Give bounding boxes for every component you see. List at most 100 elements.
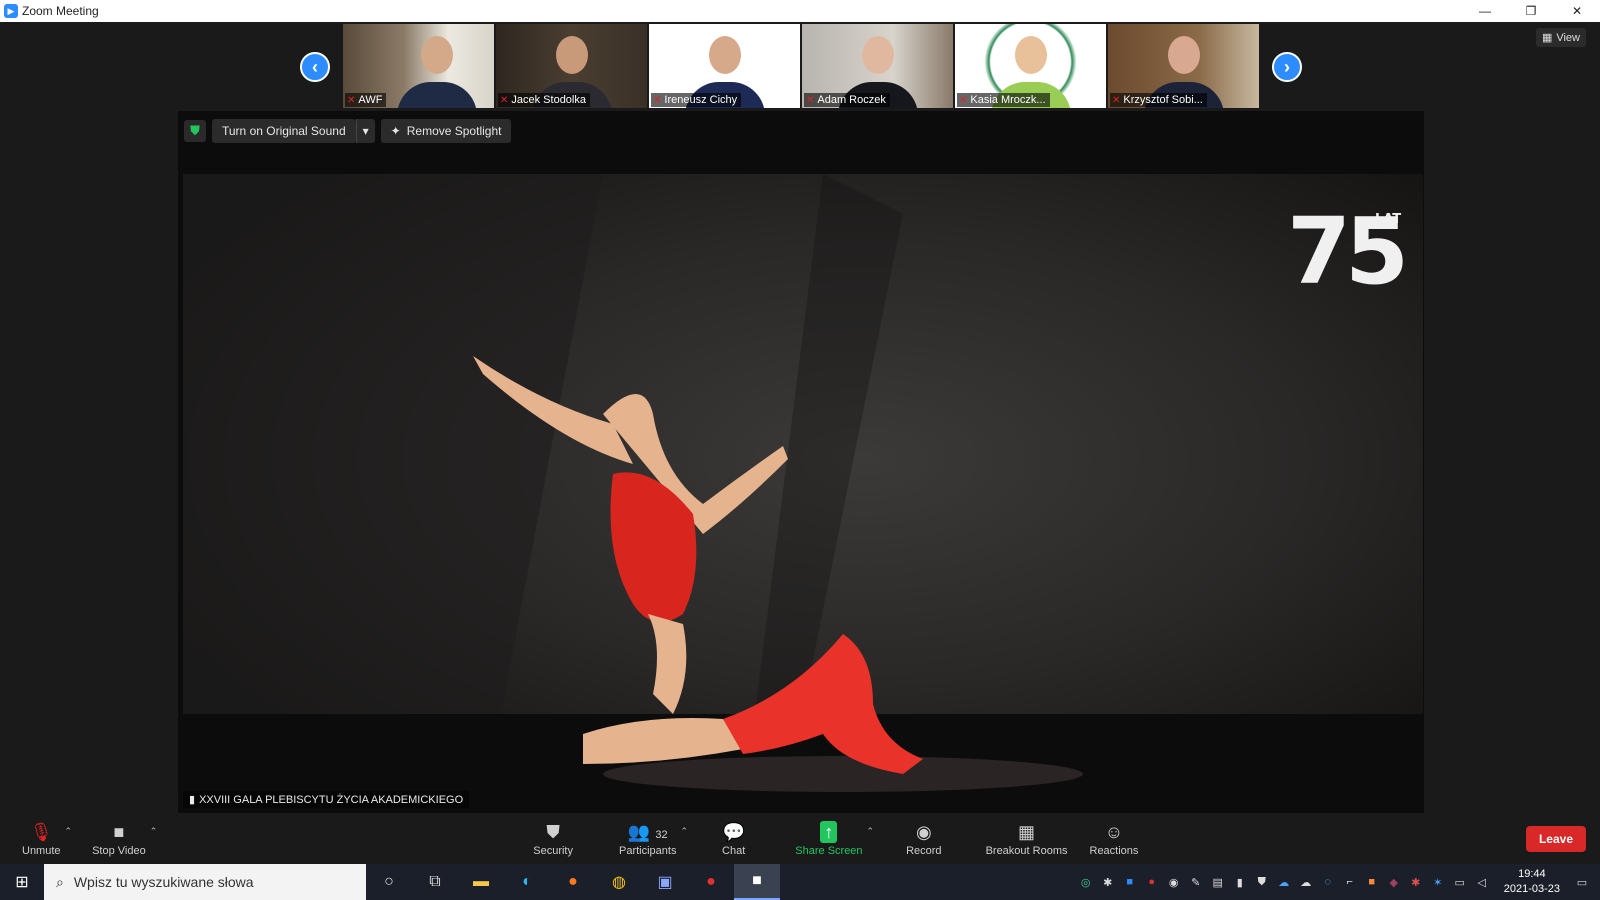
participant-tile[interactable]: ✕ Adam Roczek (802, 24, 953, 108)
close-button[interactable]: ✕ (1554, 0, 1600, 22)
mic-muted-icon: ✕ (500, 94, 509, 106)
edge-browser-icon[interactable]: ◐ (504, 864, 550, 900)
participant-tile[interactable]: ✕ Kasia Mroczk... (955, 24, 1106, 108)
notifications-icon[interactable]: ▭ (1574, 874, 1590, 890)
stop-video-button[interactable]: ■ Stop Video (92, 814, 146, 864)
participant-tile[interactable]: ✕ Krzysztof Sobi... (1108, 24, 1259, 108)
tray-network-icon[interactable]: ▤ (1210, 874, 1226, 890)
video-camera-icon: ■ (113, 822, 125, 842)
tray-red2-icon[interactable]: ✱ (1408, 874, 1424, 890)
firefox-icon[interactable]: ● (550, 864, 596, 900)
reactions-icon: ☺ (1104, 822, 1124, 842)
mic-muted-icon: ✕ (347, 94, 356, 106)
security-button[interactable]: ⛊ Security (533, 814, 573, 864)
participant-tile[interactable]: ✕ AWF (343, 24, 494, 108)
tray-red-icon[interactable]: ● (1144, 874, 1160, 890)
breakout-rooms-icon: ▦ (1018, 822, 1036, 842)
participant-name: ✕ Adam Roczek (804, 93, 890, 107)
onedrive-icon[interactable]: ☁ (1276, 874, 1292, 890)
mic-muted-icon: ✕ (1112, 94, 1121, 106)
restore-button[interactable]: ❐ (1508, 0, 1554, 22)
mic-muted-icon: ✕ (959, 94, 968, 106)
participants-count: 32 (655, 829, 668, 841)
tray-display-icon[interactable]: ⌐ (1342, 874, 1358, 890)
zoom-taskbar-icon[interactable]: ■ (734, 864, 780, 900)
activity-icon[interactable]: ◎ (1078, 874, 1094, 890)
search-icon: ⌕ (56, 873, 64, 890)
windows-taskbar: ⊞ ⌕ Wpisz tu wyszukiwane słowa ○ ⧉ ▬ ◐ ●… (0, 864, 1600, 900)
app-red-icon[interactable]: ● (688, 864, 734, 900)
taskbar-search-input[interactable]: ⌕ Wpisz tu wyszukiwane słowa (44, 864, 366, 900)
tray-security-icon[interactable]: ⛊ (1254, 874, 1270, 890)
previous-page-button[interactable]: ‹ (300, 52, 330, 82)
window-title: Zoom Meeting (22, 4, 99, 18)
participants-icon: 👥 32 (627, 822, 668, 842)
mic-muted-icon: ✕ (806, 94, 815, 106)
participant-name: ✕ Jacek Stodolka (498, 93, 590, 107)
spotlight-video: ⛊ Turn on Original Sound ▾ ✦ Remove Spotl… (178, 111, 1424, 813)
unmute-button[interactable]: 🎙 Unmute (22, 814, 61, 864)
signal-strength-icon: ▮ (189, 794, 196, 806)
share-screen-icon: ↑ (820, 821, 838, 843)
stage-toolbar: ⛊ Turn on Original Sound ▾ ✦ Remove Spotl… (184, 119, 512, 143)
battery-icon[interactable]: ▭ (1452, 874, 1468, 890)
volume-icon[interactable]: ◁ (1474, 874, 1490, 890)
tray-orange-icon[interactable]: ■ (1364, 874, 1380, 890)
breakout-rooms-button[interactable]: ▦ Breakout Rooms (986, 814, 1068, 864)
tray-icon[interactable]: ✱ (1100, 874, 1116, 890)
participant-name: ✕ Ireneusz Cichy (651, 93, 742, 107)
participants-button[interactable]: 👥 32 Participants (619, 814, 676, 864)
minimize-button[interactable]: — (1462, 0, 1508, 22)
shield-icon: ⛊ (546, 822, 560, 842)
remove-spotlight-button[interactable]: ✦ Remove Spotlight (380, 119, 512, 143)
grid-icon: ▦ (1541, 32, 1553, 44)
bluetooth-icon[interactable]: ✶ (1430, 874, 1446, 890)
meeting-area: ‹ ✕ AWF ✕ Jacek Stodolka ✕ Ireneusz Cichy ✕… (0, 22, 1600, 814)
record-button[interactable]: ◉ Record (906, 814, 941, 864)
cortana-icon[interactable]: ○ (366, 864, 412, 900)
tray-app-icon[interactable]: ◆ (1386, 874, 1402, 890)
tray-c-icon[interactable]: ◌ (1320, 874, 1336, 890)
participant-tile[interactable]: ✕ Ireneusz Cichy (649, 24, 800, 108)
reactions-button[interactable]: ☺ Reactions (1090, 814, 1139, 864)
participant-name: ✕ Kasia Mroczk... (957, 93, 1050, 107)
view-button[interactable]: ▦ View (1535, 28, 1586, 47)
original-sound-button[interactable]: Turn on Original Sound (212, 119, 356, 143)
meeting-controls: 🎙 Unmute ⌃ ■ Stop Video ⌃ ⛊ Security 👥 3… (0, 814, 1600, 864)
participant-name: ✕ Krzysztof Sobi... (1110, 93, 1207, 107)
tray-zoom-icon[interactable]: ■ (1122, 874, 1138, 890)
file-explorer-icon[interactable]: ▬ (458, 864, 504, 900)
next-page-button[interactable]: › (1272, 52, 1302, 82)
task-view-icon[interactable]: ⧉ (412, 864, 458, 900)
window-titlebar: ▶ Zoom Meeting — ❐ ✕ (0, 0, 1600, 22)
original-sound-dropdown[interactable]: ▾ (355, 119, 375, 143)
video-caption: ▮ XXVIII GALA PLEBISCYTU ŻYCIA AKADEMICK… (183, 791, 470, 808)
participant-tile[interactable]: ✕ Jacek Stodolka (496, 24, 647, 108)
participants-options-caret[interactable]: ⌃ (680, 826, 688, 837)
pin-icon: ✦ (390, 124, 401, 138)
tray-usb-icon[interactable]: ▮ (1232, 874, 1248, 890)
windows-start-icon[interactable]: ⊞ (0, 864, 44, 900)
video-frame: 75 LAT ▮ XXVIII GALA PLEBISCYTU ŻYCIA AK… (183, 174, 1423, 808)
system-tray: ◎ ✱ ■ ● ◉ ✎ ▤ ▮ ⛊ ☁ ☁ ◌ ⌐ ■ ◆ ✱ ✶ ▭ ◁ 19… (1078, 867, 1600, 897)
encryption-shield-icon[interactable]: ⛊ (184, 120, 206, 142)
tray-tool-icon[interactable]: ✎ (1188, 874, 1204, 890)
record-icon: ◉ (915, 822, 932, 842)
mic-muted-icon: ✕ (653, 94, 662, 106)
tray-globe-icon[interactable]: ◉ (1166, 874, 1182, 890)
participant-name: ✕ AWF (345, 93, 387, 107)
share-options-caret[interactable]: ⌃ (867, 826, 875, 837)
app-icon[interactable]: ▣ (642, 864, 688, 900)
chrome-icon[interactable]: ◍ (596, 864, 642, 900)
audio-options-caret[interactable]: ⌃ (65, 826, 73, 837)
zoom-icon: ▶ (4, 4, 18, 18)
clock[interactable]: 19:44 2021-03-23 (1504, 867, 1560, 897)
leave-button[interactable]: Leave (1525, 826, 1586, 852)
dancers-image (183, 174, 1423, 808)
cloud-icon[interactable]: ☁ (1298, 874, 1314, 890)
mic-muted-icon: 🎙 (29, 822, 53, 842)
share-screen-button[interactable]: ↑ Share Screen (795, 814, 863, 864)
chat-button[interactable]: 💬 Chat (722, 814, 745, 864)
video-options-caret[interactable]: ⌃ (150, 826, 158, 837)
chat-bubble-icon: 💬 (722, 822, 745, 842)
